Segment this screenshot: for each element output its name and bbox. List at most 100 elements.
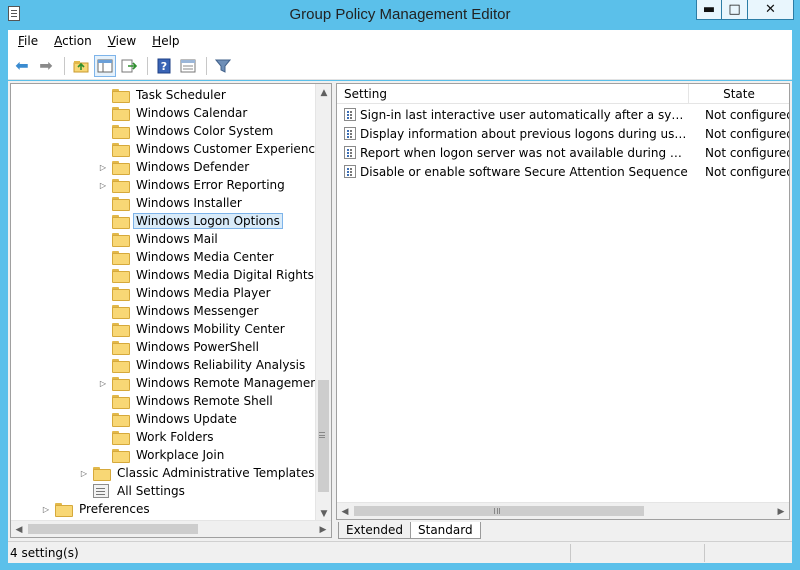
tree-item[interactable]: Windows Update xyxy=(98,410,240,428)
column-header-state[interactable]: State xyxy=(689,84,789,104)
expand-arrow-icon[interactable]: ▷ xyxy=(98,374,108,392)
tree-item[interactable]: Windows Color System xyxy=(98,122,276,140)
expand-arrow-icon[interactable]: ▷ xyxy=(98,158,108,176)
tab-extended[interactable]: Extended xyxy=(338,522,411,539)
menu-file-label: ile xyxy=(24,34,39,48)
menu-view-accel: V xyxy=(107,34,116,48)
forward-button[interactable]: ➡ xyxy=(35,55,57,77)
toolbar: ⬅ ➡ ? xyxy=(8,52,792,80)
folder-icon xyxy=(112,359,130,373)
policy-setting-icon xyxy=(344,165,356,178)
menu-action[interactable]: Action xyxy=(54,34,92,48)
scroll-right-icon[interactable]: ▶ xyxy=(773,503,789,519)
menu-help[interactable]: Help xyxy=(152,34,179,48)
properties-button[interactable] xyxy=(177,55,199,77)
expand-arrow-icon[interactable]: ▷ xyxy=(98,176,108,194)
row-setting: Sign-in last interactive user automatica… xyxy=(360,107,689,122)
tree-hscroll-thumb[interactable] xyxy=(28,524,198,534)
tree-item[interactable]: ▷ Windows Defender xyxy=(98,158,252,176)
column-header-setting[interactable]: Setting xyxy=(337,84,689,104)
up-one-level-button[interactable] xyxy=(70,55,92,77)
folder-icon xyxy=(112,179,130,193)
window-title: Group Policy Management Editor xyxy=(289,6,511,23)
console-tree[interactable]: Task Scheduler Windows Calendar Windows Co… xyxy=(10,83,332,538)
folder-icon xyxy=(112,107,130,121)
folder-icon xyxy=(112,251,130,265)
tree-item-label: Windows Messenger xyxy=(136,304,259,318)
list-row[interactable]: Sign-in last interactive user automatica… xyxy=(337,105,789,124)
folder-icon xyxy=(112,143,130,157)
list-row[interactable]: Disable or enable software Secure Attent… xyxy=(337,162,789,181)
scroll-left-icon[interactable]: ◀ xyxy=(337,503,353,519)
folder-icon xyxy=(112,395,130,409)
filter-button[interactable] xyxy=(212,55,234,77)
scroll-right-icon[interactable]: ▶ xyxy=(315,521,331,537)
title-bar[interactable]: Group Policy Management Editor ▬ □ ✕ xyxy=(0,0,800,30)
close-button[interactable]: ✕ xyxy=(748,0,794,20)
tree-item[interactable]: Windows Media Player xyxy=(98,284,274,302)
menu-view[interactable]: View xyxy=(108,34,136,48)
tree-item[interactable]: Windows Customer Experience Imp xyxy=(98,140,317,158)
tree-item-label: Windows Installer xyxy=(136,196,242,210)
tree-item[interactable]: All Settings xyxy=(79,482,188,500)
expand-arrow-icon[interactable]: ▷ xyxy=(41,500,51,518)
tree-list: Task Scheduler Windows Calendar Windows Co… xyxy=(11,84,317,522)
show-hide-console-tree-button[interactable] xyxy=(94,54,116,77)
scroll-grip-icon xyxy=(494,508,500,514)
scroll-up-icon[interactable]: ▲ xyxy=(316,84,331,101)
toolbar-separator xyxy=(64,56,65,75)
tree-vertical-scrollbar[interactable]: ▲ ▼ xyxy=(315,84,331,522)
row-state: Not configured xyxy=(705,164,790,179)
menu-file[interactable]: File xyxy=(18,34,38,48)
tree-item[interactable]: Windows Media Digital Rights Man xyxy=(98,266,317,284)
tree-item[interactable]: Workplace Join xyxy=(98,446,227,464)
folder-icon xyxy=(112,161,130,175)
expand-arrow-icon[interactable]: ▷ xyxy=(79,464,89,482)
tree-item-label: Preferences xyxy=(79,502,150,516)
details-pane[interactable]: Setting State Sign-in last interactive u… xyxy=(336,83,790,520)
tree-item-label: Windows Defender xyxy=(136,160,250,174)
tree-item[interactable]: Windows Logon Options xyxy=(98,212,283,230)
tree-item[interactable]: ▷ Windows Error Reporting xyxy=(98,176,288,194)
list-row[interactable]: Report when logon server was not availab… xyxy=(337,143,789,162)
tree-item[interactable]: Work Folders xyxy=(98,428,217,446)
tree-item[interactable]: Windows Messenger xyxy=(98,302,262,320)
tree-item[interactable]: ▷ Classic Administrative Templates (ADM xyxy=(79,464,317,482)
tree-horizontal-scrollbar[interactable]: ◀ ▶ xyxy=(11,520,331,537)
maximize-icon: □ xyxy=(728,2,741,17)
details-horizontal-scrollbar[interactable]: ◀ ▶ xyxy=(337,502,789,519)
menu-help-label: elp xyxy=(161,34,180,48)
list-header: Setting State xyxy=(337,84,789,104)
scroll-left-icon[interactable]: ◀ xyxy=(11,521,27,537)
tree-item[interactable]: Windows Mobility Center xyxy=(98,320,288,338)
tree-item[interactable]: Windows Remote Shell xyxy=(98,392,276,410)
row-setting: Report when logon server was not availab… xyxy=(360,145,689,160)
tree-item[interactable]: Windows Mail xyxy=(98,230,221,248)
close-icon: ✕ xyxy=(765,2,776,17)
maximize-button[interactable]: □ xyxy=(722,0,748,20)
list-row[interactable]: Display information about previous logon… xyxy=(337,124,789,143)
folder-icon xyxy=(112,125,130,139)
tree-item[interactable]: Task Scheduler xyxy=(98,86,229,104)
menu-bar: File Action View Help xyxy=(8,30,792,52)
tab-standard[interactable]: Standard xyxy=(410,522,481,539)
all-settings-icon xyxy=(93,484,109,498)
tree-item[interactable]: ▷ Windows Remote Management (W xyxy=(98,374,317,392)
tree-item[interactable]: Windows Calendar xyxy=(98,104,250,122)
folder-icon xyxy=(112,89,130,103)
tree-item-label: Windows Remote Management (W xyxy=(136,376,317,390)
tree-item[interactable]: Windows Media Center xyxy=(98,248,277,266)
export-list-button[interactable] xyxy=(118,55,140,77)
tree-item[interactable]: ▷ Preferences xyxy=(41,500,153,518)
back-button[interactable]: ⬅ xyxy=(11,55,33,77)
tree-item[interactable]: Windows Installer xyxy=(98,194,245,212)
tree-item[interactable]: Windows Reliability Analysis xyxy=(98,356,308,374)
minimize-button[interactable]: ▬ xyxy=(696,0,722,20)
help-button[interactable]: ? xyxy=(153,55,175,77)
tree-item[interactable]: Windows PowerShell xyxy=(98,338,262,356)
